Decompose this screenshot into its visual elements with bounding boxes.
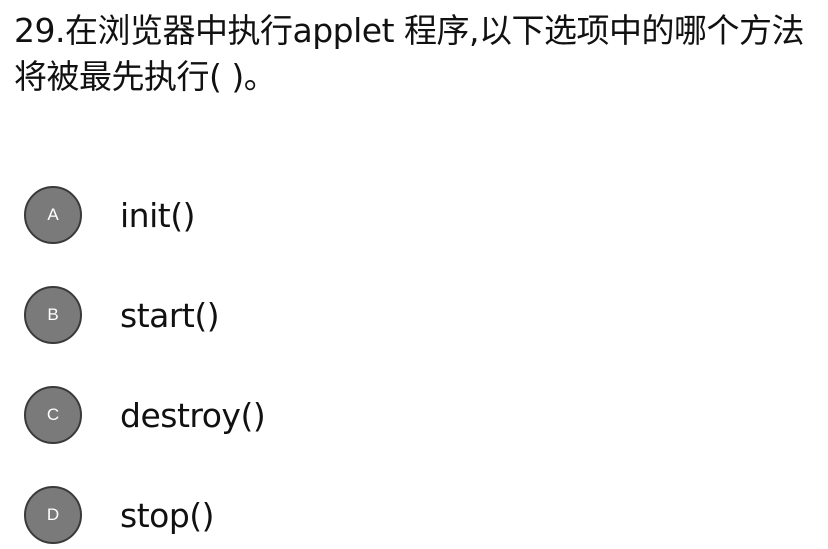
option-c-badge: C bbox=[24, 386, 82, 444]
option-a[interactable]: A init() bbox=[24, 183, 195, 247]
option-a-badge: A bbox=[24, 186, 82, 244]
option-d[interactable]: D stop() bbox=[24, 483, 215, 547]
option-d-badge: D bbox=[24, 486, 82, 544]
option-c[interactable]: C destroy() bbox=[24, 383, 266, 447]
option-a-text: init() bbox=[120, 195, 195, 235]
option-c-text: destroy() bbox=[120, 395, 266, 435]
option-b-badge: B bbox=[24, 286, 82, 344]
option-b-text: start() bbox=[120, 295, 220, 335]
answer-options: A init() B start() C destroy() D stop() bbox=[0, 0, 828, 549]
option-d-text: stop() bbox=[120, 495, 215, 535]
option-b[interactable]: B start() bbox=[24, 283, 220, 347]
